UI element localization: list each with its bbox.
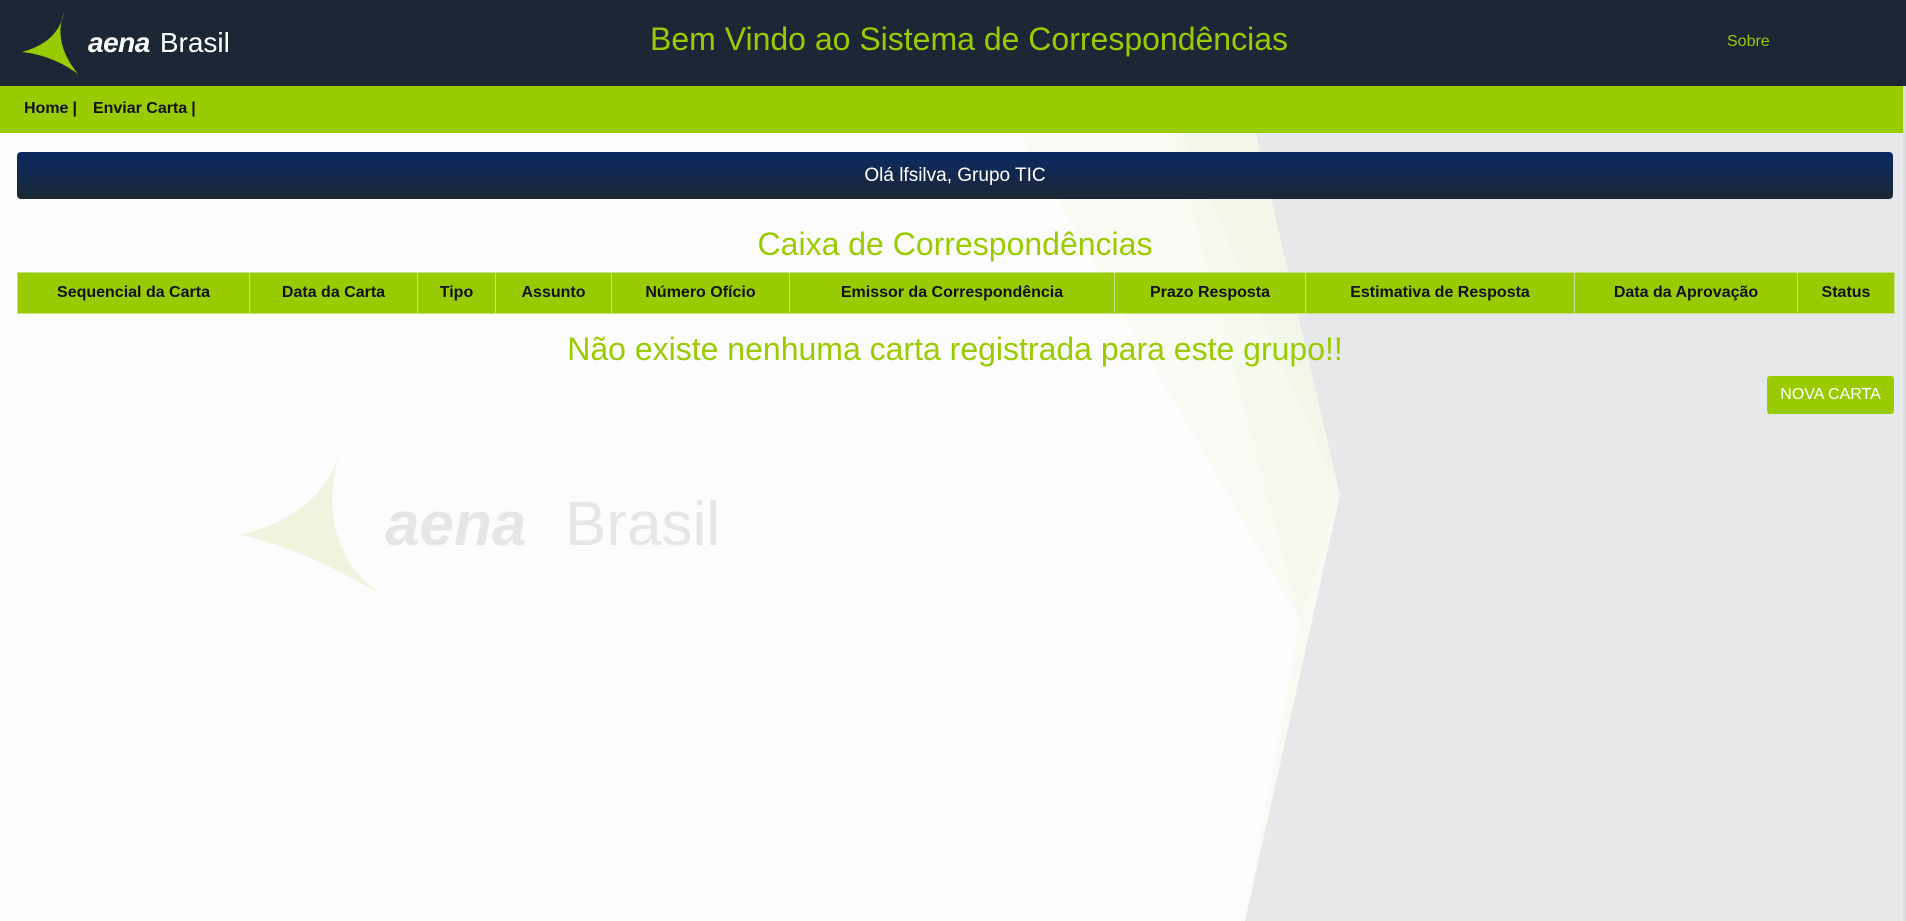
column-header-subject[interactable]: Assunto xyxy=(495,272,612,314)
column-header-response-estimate[interactable]: Estimativa de Resposta xyxy=(1305,272,1575,314)
nav-send-letter[interactable]: Enviar Carta xyxy=(93,100,187,118)
nav-separator: | xyxy=(191,100,196,117)
watermark-brand: aena xyxy=(385,490,526,559)
top-header: aena Brasil Bem Vindo ao Sistema de Corr… xyxy=(0,0,1906,86)
column-header-type[interactable]: Tipo xyxy=(417,272,496,314)
inbox-title: Caixa de Correspondências xyxy=(757,226,1153,262)
user-greeting: Olá lfsilva, Grupo TIC xyxy=(17,152,1893,199)
column-header-sequence[interactable]: Sequencial da Carta xyxy=(17,272,250,314)
column-header-status[interactable]: Status xyxy=(1797,272,1895,314)
column-header-date[interactable]: Data da Carta xyxy=(249,272,418,314)
column-header-response-deadline[interactable]: Prazo Resposta xyxy=(1114,272,1306,314)
empty-state-message: Não existe nenhuma carta registrada para… xyxy=(567,331,1343,367)
background-decoration: aena Brasil xyxy=(240,86,1906,921)
watermark-country: Brasil xyxy=(565,490,720,559)
mail-table: Sequencial da Carta Data da Carta Tipo A… xyxy=(17,272,1895,314)
nav-home[interactable]: Home xyxy=(24,100,68,118)
nav-separator: | xyxy=(72,100,77,117)
table-header-row: Sequencial da Carta Data da Carta Tipo A… xyxy=(17,272,1895,314)
page-title: Bem Vindo ao Sistema de Correspondências xyxy=(650,21,1288,57)
column-header-sender[interactable]: Emissor da Correspondência xyxy=(789,272,1115,314)
new-letter-button[interactable]: NOVA CARTA xyxy=(1767,376,1894,414)
column-header-office-number[interactable]: Número Ofício xyxy=(611,272,790,314)
watermark-logo: aena Brasil xyxy=(240,450,720,600)
main-nav: Home | Enviar Carta | xyxy=(0,86,1903,133)
about-link[interactable]: Sobre xyxy=(1727,33,1770,51)
column-header-approval-date[interactable]: Data da Aprovação xyxy=(1574,272,1798,314)
